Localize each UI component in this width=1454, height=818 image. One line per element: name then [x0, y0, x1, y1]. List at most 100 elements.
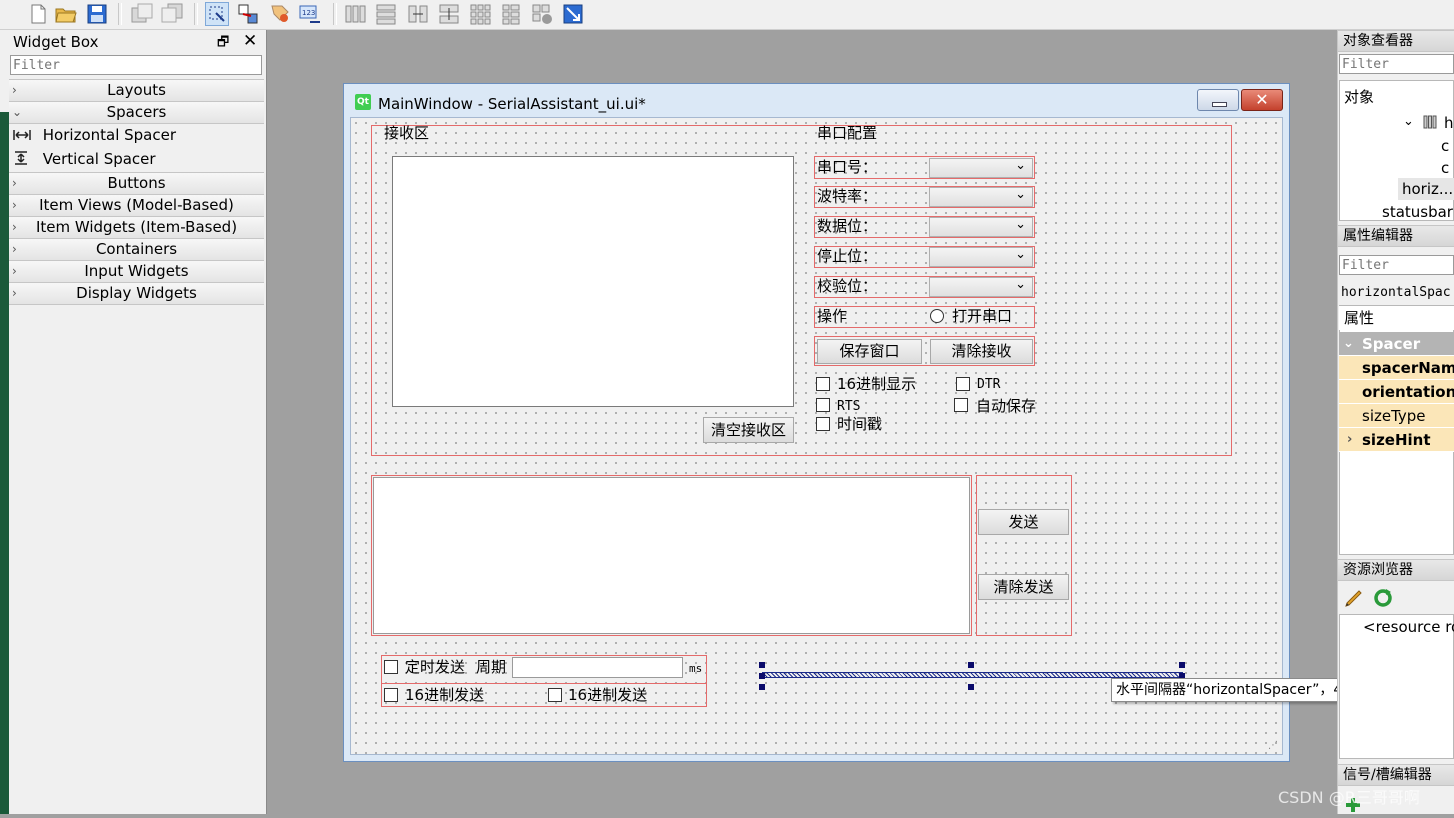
break-layout-icon[interactable] — [530, 2, 554, 26]
resource-root-item[interactable]: <resource ro — [1363, 618, 1454, 636]
category-containers[interactable]: › Containers — [9, 238, 264, 261]
timestamp-label: 时间戳 — [837, 415, 883, 433]
save-window-button[interactable]: 保存窗口 — [817, 339, 922, 364]
category-label: Input Widgets — [84, 262, 189, 280]
property-group-label: Spacer — [1362, 335, 1421, 353]
category-label: Buttons — [107, 174, 166, 192]
minimize-button[interactable] — [1197, 89, 1239, 111]
save-icon[interactable] — [85, 2, 109, 26]
open-folder-icon[interactable] — [54, 2, 78, 26]
stopbits-label: 停止位： — [817, 247, 878, 265]
dtr-checkbox[interactable] — [956, 377, 970, 391]
property-size-type[interactable]: sizeType — [1339, 404, 1454, 428]
clear-receive-area-button[interactable]: 清空接收区 — [703, 417, 794, 443]
tree-item[interactable]: c — [1441, 137, 1449, 155]
selection-handle[interactable] — [759, 684, 765, 690]
close-window-button[interactable]: ✕ — [1241, 89, 1283, 111]
selection-handle[interactable] — [968, 662, 974, 668]
selection-handle[interactable] — [1179, 662, 1185, 668]
window-title: MainWindow - SerialAssistant_ui.ui* — [378, 95, 646, 113]
property-filter-input[interactable] — [1339, 255, 1454, 275]
databits-label: 数据位： — [817, 217, 878, 235]
layout-horizontal-icon[interactable] — [343, 2, 367, 26]
widget-box-title: Widget Box — [13, 33, 99, 51]
layout-grid-icon[interactable] — [468, 2, 492, 26]
tree-item[interactable]: statusbar — [1382, 203, 1453, 221]
layout-form-icon[interactable] — [499, 2, 523, 26]
tree-item[interactable]: h — [1444, 114, 1454, 132]
category-buttons[interactable]: › Buttons — [9, 172, 264, 195]
layout-h-splitter-icon[interactable] — [406, 2, 430, 26]
edit-tab-order-icon[interactable]: 123 — [298, 2, 322, 26]
port-combo[interactable]: ⌄ — [929, 158, 1033, 178]
size-grip-icon[interactable]: ⋰ — [1268, 740, 1278, 751]
hex-send-label-1: 16进制发送 — [405, 686, 485, 704]
hex-display-label: 16进制显示 — [837, 375, 917, 393]
category-input-widgets[interactable]: › Input Widgets — [9, 260, 264, 283]
tree-item-selected[interactable]: horiz... — [1398, 178, 1454, 200]
edit-signals-icon[interactable] — [236, 2, 260, 26]
timestamp-checkbox[interactable] — [816, 417, 830, 431]
selection-handle[interactable] — [968, 684, 974, 690]
property-label: sizeType — [1362, 407, 1426, 425]
rts-checkbox[interactable] — [816, 398, 830, 412]
chevron-down-icon: ⌄ — [1015, 158, 1026, 173]
object-filter-input[interactable] — [1339, 54, 1454, 74]
timed-send-checkbox[interactable] — [384, 660, 398, 674]
clear-receive-button[interactable]: 清除接收 — [930, 339, 1033, 364]
tree-item[interactable]: c — [1441, 159, 1449, 177]
baud-label: 波特率： — [817, 187, 878, 205]
property-label: sizeHint — [1362, 431, 1431, 449]
send-button[interactable]: 发送 — [978, 509, 1069, 535]
layout-v-splitter-icon[interactable] — [437, 2, 461, 26]
edit-resources-icon[interactable] — [1343, 587, 1365, 609]
selection-handle[interactable] — [759, 673, 765, 679]
category-display-widgets[interactable]: › Display Widgets — [9, 282, 264, 305]
property-spacer-name[interactable]: spacerName — [1339, 356, 1454, 380]
send-text-area[interactable] — [373, 477, 970, 634]
open-port-radio[interactable] — [930, 309, 944, 323]
clear-send-button[interactable]: 清除发送 — [978, 574, 1069, 600]
baud-combo[interactable]: ⌄ — [929, 187, 1033, 207]
chevron-down-icon: ⌄ — [1015, 187, 1026, 202]
category-item-widgets[interactable]: › Item Widgets (Item-Based) — [9, 216, 264, 239]
category-layouts[interactable]: › Layouts — [9, 79, 264, 102]
open-port-label: 打开串口 — [952, 307, 1013, 325]
widget-item-horizontal-spacer[interactable]: Horizontal Spacer — [12, 124, 176, 146]
chevron-down-icon: ⌄ — [1015, 247, 1026, 262]
autosave-checkbox[interactable] — [954, 398, 968, 412]
databits-combo[interactable]: ⌄ — [929, 217, 1033, 237]
horizontal-spacer-icon — [13, 130, 31, 140]
reload-icon[interactable] — [1372, 587, 1394, 609]
category-spacers[interactable]: ⌄ Spacers — [9, 101, 264, 124]
close-panel-icon[interactable]: ✕ — [243, 31, 257, 51]
hex-display-checkbox[interactable] — [816, 377, 830, 391]
receive-text-area[interactable] — [392, 156, 794, 407]
bring-to-front-icon[interactable] — [160, 2, 184, 26]
period-input[interactable] — [512, 657, 683, 678]
widget-box-header: Widget Box 🗗 ✕ — [9, 31, 264, 53]
layout-vertical-icon[interactable] — [374, 2, 398, 26]
category-item-views[interactable]: › Item Views (Model-Based) — [9, 194, 264, 217]
parity-label: 校验位： — [817, 277, 878, 295]
property-size-hint[interactable]: › sizeHint — [1339, 428, 1454, 452]
selection-handle[interactable] — [759, 662, 765, 668]
parity-combo[interactable]: ⌄ — [929, 277, 1033, 297]
widget-item-vertical-spacer[interactable]: Vertical Spacer — [12, 148, 156, 170]
category-label: Spacers — [106, 103, 167, 121]
main-toolbar: 123 — [0, 0, 1454, 30]
edit-buddies-icon[interactable] — [268, 2, 292, 26]
adjust-size-icon[interactable] — [561, 2, 585, 26]
hex-send-checkbox-2[interactable] — [548, 688, 562, 702]
edit-widgets-icon[interactable] — [205, 2, 229, 26]
property-orientation[interactable]: orientation — [1339, 380, 1454, 404]
property-group-spacer[interactable]: ⌄ Spacer — [1339, 332, 1454, 356]
new-file-icon[interactable] — [26, 2, 50, 26]
stopbits-combo[interactable]: ⌄ — [929, 247, 1033, 267]
float-panel-icon[interactable]: 🗗 — [217, 33, 229, 55]
hex-send-checkbox-1[interactable] — [384, 688, 398, 702]
widget-filter-input[interactable] — [10, 55, 262, 75]
send-to-back-icon[interactable] — [130, 2, 154, 26]
ms-label: ms — [689, 662, 703, 675]
tree-expand-icon[interactable]: ⌄ — [1403, 113, 1414, 131]
